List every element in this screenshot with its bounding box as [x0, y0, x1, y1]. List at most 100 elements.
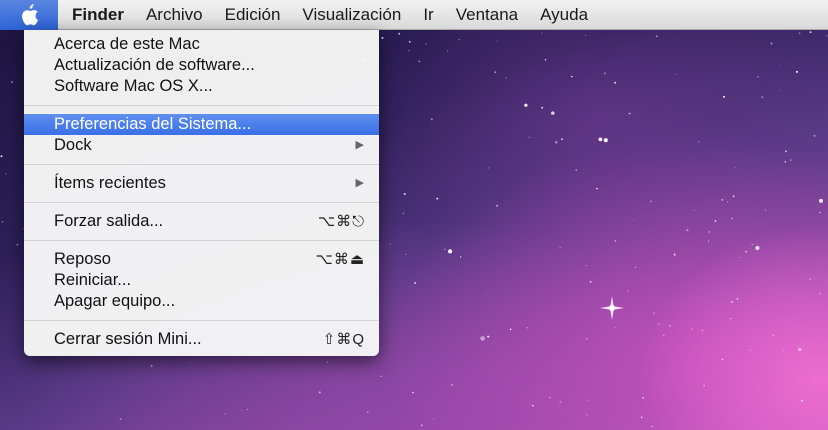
star: [614, 240, 617, 242]
star: [402, 212, 405, 215]
keyboard-shortcut: ⌥⌘⏏: [315, 251, 365, 268]
menu-item-acerca-de-este-mac[interactable]: Acerca de este Mac: [24, 34, 379, 55]
star: [380, 375, 383, 378]
star: [432, 418, 434, 420]
menu-item-preferencias-sistema[interactable]: Preferencias del Sistema...: [24, 114, 379, 135]
star: [701, 329, 704, 332]
star: [526, 326, 529, 329]
star: [11, 81, 13, 83]
star: [531, 404, 534, 407]
star: [458, 38, 460, 41]
star: [488, 167, 490, 169]
star: [782, 350, 784, 352]
menu-item-cerrar-sesion[interactable]: Cerrar sesión Mini... ⇧⌘Q: [24, 329, 379, 350]
star: [703, 384, 706, 387]
menu-separator: [24, 202, 379, 203]
star: [809, 31, 812, 33]
submenu-arrow-icon: ▶: [355, 139, 365, 151]
star: [673, 253, 676, 256]
star: [460, 256, 462, 258]
star: [734, 167, 737, 169]
star: [798, 32, 801, 34]
star: [430, 118, 433, 121]
star: [755, 245, 760, 251]
star: [408, 50, 410, 52]
menu-ventana[interactable]: Ventana: [445, 0, 529, 30]
star: [451, 384, 453, 386]
star: [425, 43, 427, 45]
star: [16, 243, 19, 246]
star: [0, 155, 3, 158]
star: [721, 358, 724, 361]
menu-ayuda[interactable]: Ayuda: [529, 0, 599, 30]
menu-visualizacion[interactable]: Visualización: [291, 0, 412, 30]
star: [632, 219, 634, 221]
star: [241, 409, 243, 411]
star: [318, 391, 321, 394]
star: [559, 246, 561, 248]
star: [421, 424, 423, 426]
star: [784, 161, 787, 163]
desktop: Finder Archivo Edición Visualización Ir …: [0, 0, 828, 430]
star: [246, 409, 248, 410]
star: [730, 300, 733, 303]
star: [640, 416, 643, 418]
menu-ir[interactable]: Ir: [412, 0, 444, 30]
star: [549, 397, 551, 399]
star: [714, 220, 717, 222]
star: [772, 334, 775, 337]
menu-archivo[interactable]: Archivo: [135, 0, 214, 30]
star: [414, 281, 417, 285]
star: [561, 138, 563, 141]
apple-menu[interactable]: [0, 0, 58, 30]
menu-item-actualizacion-software[interactable]: Actualización de software...: [24, 55, 379, 76]
apple-menu-dropdown: Acerca de este Mac Actualización de soft…: [24, 30, 379, 356]
menu-finder[interactable]: Finder: [58, 0, 135, 30]
star: [675, 73, 677, 75]
star: [587, 399, 589, 401]
star: [555, 141, 558, 144]
star: [745, 250, 748, 253]
star: [224, 413, 226, 415]
star: [444, 248, 446, 251]
star: [496, 205, 498, 207]
menu-item-forzar-salida[interactable]: Forzar salida... ⌥⌘⎋: [24, 211, 379, 232]
star: [585, 264, 587, 267]
menu-separator: [24, 320, 379, 321]
star: [485, 293, 487, 295]
star: [544, 59, 547, 61]
star: [690, 328, 693, 330]
star: [650, 200, 652, 203]
star: [381, 36, 384, 39]
menu-item-items-recientes[interactable]: Ítems recientes ▶: [24, 173, 379, 194]
star: [586, 414, 588, 416]
star: [627, 290, 629, 292]
star: [150, 365, 153, 367]
menu-item-software-mac-os-x[interactable]: Software Mac OS X...: [24, 76, 379, 97]
star: [596, 187, 598, 190]
menu-item-reiniciar[interactable]: Reiniciar...: [24, 270, 379, 291]
star: [708, 240, 710, 242]
star: [651, 425, 653, 428]
menu-edicion[interactable]: Edición: [214, 0, 292, 30]
star: [119, 418, 122, 420]
star: [731, 217, 733, 220]
menu-separator: [24, 240, 379, 241]
menu-separator: [24, 164, 379, 165]
menu-item-apagar-equipo[interactable]: Apagar equipo...: [24, 291, 379, 312]
menu-bar: Finder Archivo Edición Visualización Ir …: [0, 0, 828, 30]
star: [367, 411, 369, 413]
star: [480, 336, 485, 341]
star: [693, 209, 695, 211]
star: [780, 65, 782, 67]
menu-item-reposo[interactable]: Reposo ⌥⌘⏏: [24, 249, 379, 270]
star: [634, 266, 637, 268]
apple-icon: [22, 3, 38, 25]
menu-item-dock[interactable]: Dock ▶: [24, 135, 379, 156]
star: [614, 81, 617, 84]
star: [494, 71, 497, 74]
star: [653, 312, 656, 314]
star: [813, 134, 816, 137]
star: [5, 173, 7, 175]
star: [326, 361, 329, 363]
